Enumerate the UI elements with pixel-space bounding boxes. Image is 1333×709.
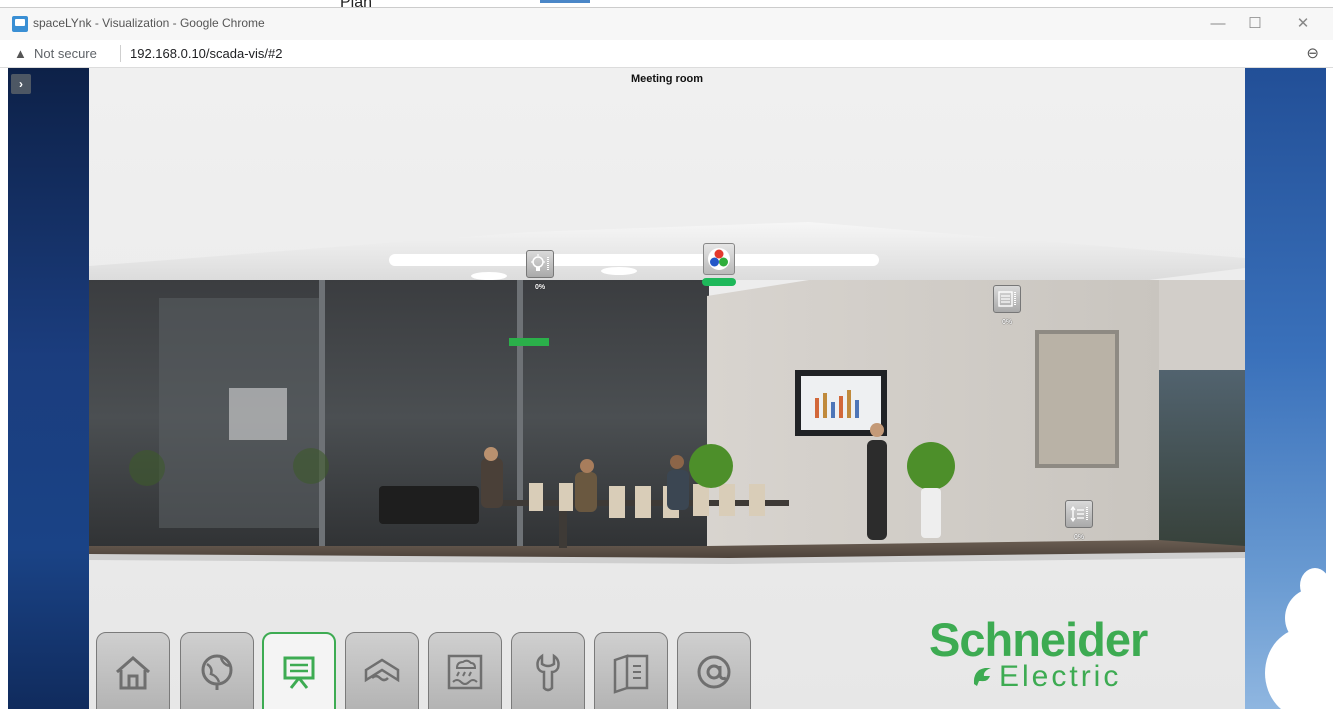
light-control[interactable] xyxy=(526,250,554,278)
divider xyxy=(120,45,121,62)
globe-icon xyxy=(201,654,233,690)
blind-icon xyxy=(998,291,1016,307)
blind-updown-icon xyxy=(1070,505,1088,523)
visualization-content: › Meeting room 0% 0% 0% Schneider Electr… xyxy=(8,68,1326,709)
zoom-icon[interactable]: ⊖ xyxy=(1306,44,1319,62)
url-field[interactable]: 192.168.0.10/scada-vis/#2 xyxy=(130,46,283,61)
nav-documentation-button[interactable] xyxy=(594,632,668,709)
nav-meeting-room-button[interactable] xyxy=(262,632,336,709)
wrench-icon xyxy=(536,653,560,692)
logo-mark-icon xyxy=(973,668,991,686)
home-icon xyxy=(116,656,150,690)
hvac-icon xyxy=(364,658,400,683)
book-icon xyxy=(613,654,649,694)
schneider-electric-logo: Schneider Electric xyxy=(929,613,1169,696)
address-bar: ▲ Not secure 192.168.0.10/scada-vis/#2 ⊖ xyxy=(0,40,1333,68)
presentation-icon xyxy=(283,656,315,689)
blind-position-value: 0% xyxy=(1073,534,1085,541)
nav-globe-button[interactable] xyxy=(180,632,254,709)
warning-icon[interactable]: ▲ xyxy=(14,46,27,61)
left-background-band: › xyxy=(8,68,89,709)
blind-position-control[interactable] xyxy=(1065,500,1093,528)
light-value: 0% xyxy=(534,284,546,291)
cloud-shape xyxy=(1265,628,1326,709)
background-tab-indicator xyxy=(540,0,590,3)
logo-name: Schneider xyxy=(929,613,1148,666)
light-bulb-icon xyxy=(531,254,549,271)
rgb-color-icon xyxy=(708,248,730,270)
nav-weather-button[interactable] xyxy=(428,632,502,709)
blind-control[interactable] xyxy=(993,285,1021,313)
nav-settings-button[interactable] xyxy=(511,632,585,709)
nav-home-button[interactable] xyxy=(96,632,170,709)
rgb-level-bar xyxy=(702,278,736,286)
cloud-shape xyxy=(1300,568,1326,603)
logo-subname: Electric xyxy=(999,660,1122,693)
at-icon xyxy=(697,655,731,689)
window-title: spaceLYnk - Visualization - Google Chrom… xyxy=(33,16,265,30)
window-titlebar: spaceLYnk - Visualization - Google Chrom… xyxy=(0,7,1333,40)
security-indicator[interactable]: Not secure xyxy=(34,46,97,61)
nav-hvac-button[interactable] xyxy=(345,632,419,709)
minimize-button[interactable]: — xyxy=(1203,12,1233,36)
sky-background xyxy=(1245,68,1326,709)
blind-value: 0% xyxy=(1001,319,1013,326)
rgb-control[interactable] xyxy=(703,243,735,275)
close-button[interactable]: ✕ xyxy=(1288,12,1318,36)
plan-area: Meeting room 0% 0% 0% Schneider Electric xyxy=(89,68,1245,709)
app-icon xyxy=(12,16,28,32)
sidebar-toggle-button[interactable]: › xyxy=(11,74,31,94)
maximize-button[interactable]: ☐ xyxy=(1240,12,1270,36)
weather-icon xyxy=(447,654,483,690)
nav-contact-button[interactable] xyxy=(677,632,751,709)
